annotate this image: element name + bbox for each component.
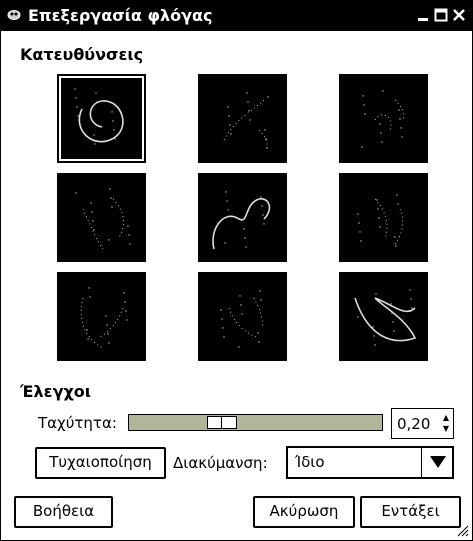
direction-thumbnail-variation-3[interactable]	[57, 173, 146, 262]
chevron-down-icon[interactable]	[430, 456, 446, 468]
flame-preview-image	[74, 88, 124, 145]
speed-slider-handle[interactable]	[207, 416, 237, 429]
direction-thumbnail-center[interactable]	[57, 74, 146, 163]
spin-up-icon[interactable]: ▲	[443, 414, 449, 422]
direction-thumbnail-variation-6[interactable]	[57, 272, 146, 361]
flame-preview-image	[223, 92, 269, 151]
help-button[interactable]: Βοήθεια	[14, 496, 113, 528]
speed-slider[interactable]	[128, 414, 383, 431]
cancel-button[interactable]: Ακύρωση	[253, 496, 355, 528]
titlebar[interactable]: Επεξεργασία φλόγας	[1, 1, 472, 31]
minimize-icon[interactable]	[416, 8, 430, 22]
direction-thumbnail-variation-4[interactable]	[198, 173, 287, 262]
flame-preview-image	[80, 287, 128, 349]
close-icon[interactable]	[452, 8, 466, 22]
flame-preview-image	[361, 90, 404, 148]
flame-preview-image	[220, 290, 263, 348]
speed-label: Ταχύτητα:	[38, 414, 117, 432]
app-icon[interactable]	[7, 9, 21, 21]
spin-down-icon[interactable]: ▼	[443, 425, 449, 433]
flame-preview-image	[357, 194, 404, 247]
speed-spinbutton[interactable]: 0,20 ▲ ▼	[391, 408, 454, 439]
direction-thumbnail-variation-2[interactable]	[339, 74, 428, 163]
flame-preview-image	[75, 188, 131, 250]
variation-label: Διακύμανση:	[173, 454, 268, 472]
speed-value[interactable]: 0,20	[397, 415, 430, 433]
direction-thumbnail-variation-5[interactable]	[339, 173, 428, 262]
ok-button[interactable]: Εντάξει	[360, 496, 461, 528]
flame-preview-image	[354, 289, 417, 346]
randomize-button[interactable]: Τυχαιοποίηση	[35, 447, 166, 479]
direction-thumbnail-variation-1[interactable]	[198, 74, 287, 163]
resize-grip-icon[interactable]	[457, 525, 469, 537]
combo-separator	[421, 448, 422, 477]
flame-preview-image	[212, 191, 271, 250]
controls-heading: Έλεγχοι	[20, 382, 92, 401]
direction-thumbnail-variation-7[interactable]	[198, 272, 287, 361]
directions-heading: Κατευθύνσεις	[20, 45, 144, 64]
flame-editor-dialog: Επεξεργασία φλόγας Κατευθύνσεις Έλεγχοι …	[0, 0, 473, 541]
variation-value: Ίδιο	[295, 453, 325, 471]
window-title: Επεξεργασία φλόγας	[28, 6, 213, 25]
maximize-icon[interactable]	[434, 8, 448, 22]
variation-combo[interactable]: Ίδιο	[286, 446, 454, 479]
direction-thumbnail-variation-8[interactable]	[339, 272, 428, 361]
